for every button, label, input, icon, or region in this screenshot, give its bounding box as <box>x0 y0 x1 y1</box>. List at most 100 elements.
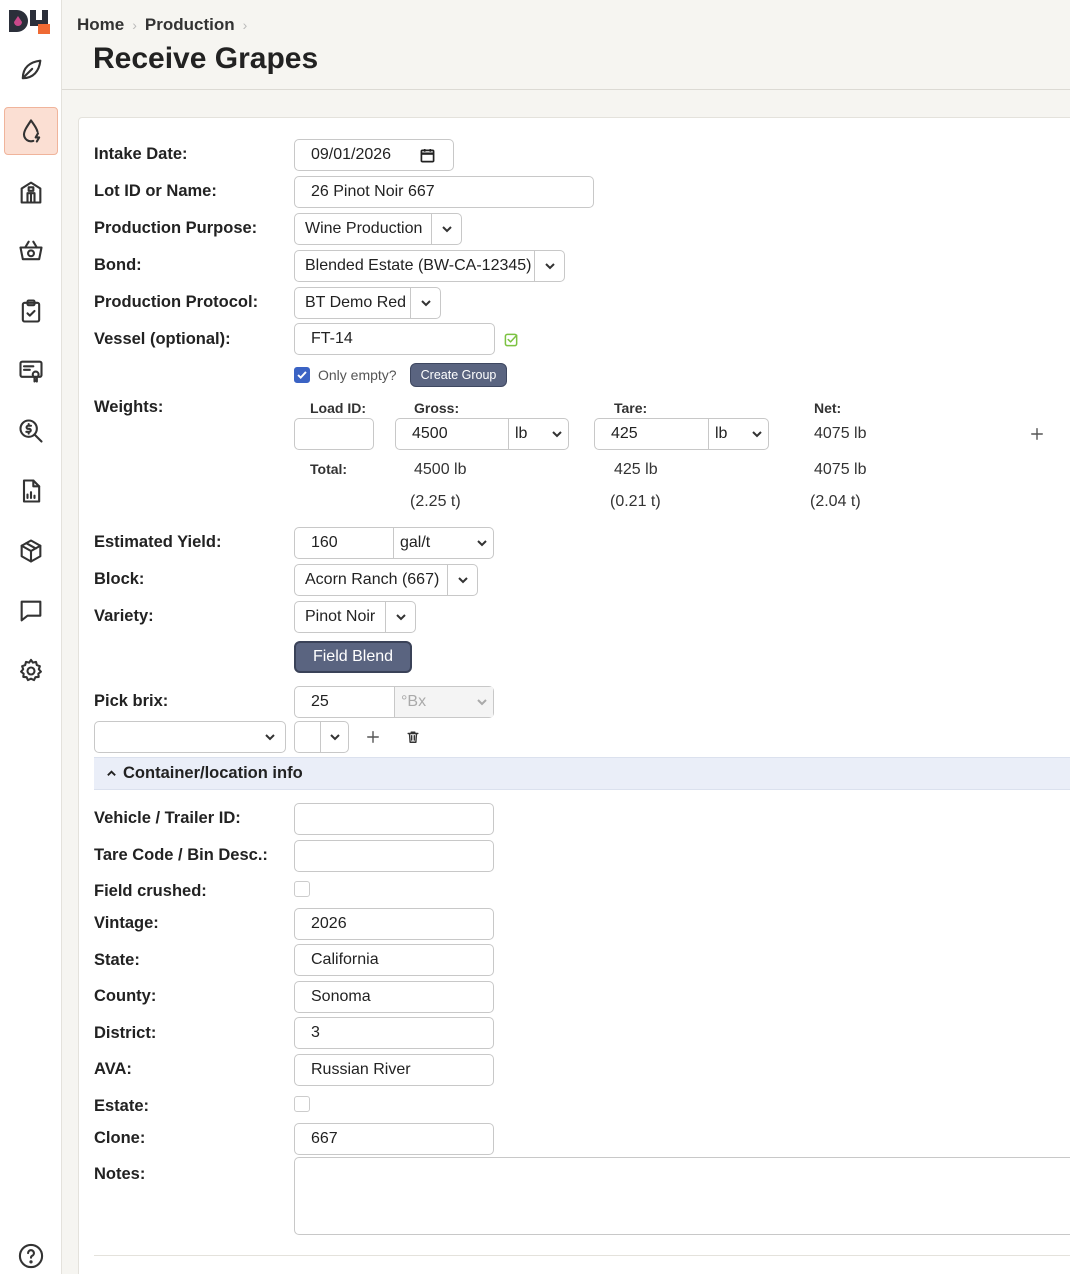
chevron-down-icon <box>255 722 285 752</box>
tare-header: Tare: <box>614 400 648 416</box>
pick-brix-value[interactable]: 25 <box>295 687 395 717</box>
vessel-value: FT-14 <box>311 330 353 347</box>
field-crushed-checkbox[interactable] <box>294 881 310 897</box>
yield-input[interactable]: 160 gal/t <box>294 527 494 559</box>
add-measurement-icon[interactable] <box>364 728 382 746</box>
total-tare: 425 lb <box>614 461 658 478</box>
total-net: 4075 lb <box>814 461 867 478</box>
net-value: 4075 lb <box>814 425 867 442</box>
yield-unit[interactable]: gal/t <box>394 534 471 552</box>
nav-search-dollar-icon[interactable] <box>4 407 58 455</box>
calendar-icon[interactable] <box>420 148 435 163</box>
field-blend-button[interactable]: Field Blend <box>294 641 412 673</box>
intake-date-value: 09/01/2026 <box>311 146 392 163</box>
block-select[interactable]: Acorn Ranch (667) <box>294 564 478 596</box>
gross-unit[interactable]: lb <box>509 425 546 443</box>
notes-textarea[interactable] <box>294 1157 1070 1235</box>
nav-gear-icon[interactable] <box>4 647 58 695</box>
only-empty-label: Only empty? <box>318 367 397 383</box>
intake-date-label: Intake Date: <box>94 145 188 163</box>
tare-unit[interactable]: lb <box>709 425 746 443</box>
gross-input[interactable]: 4500 lb <box>395 418 569 450</box>
load-id-header: Load ID: <box>310 400 366 416</box>
chevron-right-icon: › <box>132 17 137 33</box>
breadcrumb-home[interactable]: Home <box>77 15 124 35</box>
vintage-value: 2026 <box>311 915 347 932</box>
tare-input[interactable]: 425 lb <box>594 418 769 450</box>
total-net-tons: (2.04 t) <box>810 493 861 510</box>
nav-building-icon[interactable] <box>4 168 58 216</box>
check-icon <box>297 371 307 380</box>
intake-date-input[interactable]: 09/01/2026 <box>294 139 454 171</box>
purpose-value: Wine Production <box>305 220 423 237</box>
load-id-input[interactable] <box>294 418 374 450</box>
breadcrumb: Home › Production › <box>77 15 247 35</box>
county-input[interactable]: Sonoma <box>294 981 494 1013</box>
divider <box>94 1255 1070 1256</box>
bond-value: Blended Estate (BW-CA-12345) <box>305 257 532 274</box>
only-empty-checkbox[interactable] <box>294 367 310 383</box>
variety-value: Pinot Noir <box>305 608 376 625</box>
nav-leaf-icon[interactable] <box>4 46 58 94</box>
tare-code-label: Tare Code / Bin Desc.: <box>94 846 268 864</box>
ava-input[interactable]: Russian River <box>294 1054 494 1086</box>
estate-checkbox[interactable] <box>294 1096 310 1112</box>
district-input[interactable]: 3 <box>294 1017 494 1049</box>
protocol-select[interactable]: BT Demo Red <box>294 287 441 319</box>
measurement-unit-select[interactable] <box>294 721 349 753</box>
nav-drop-icon[interactable] <box>4 107 58 155</box>
nav-box-icon[interactable] <box>4 527 58 575</box>
district-label: District: <box>94 1024 157 1042</box>
state-input[interactable]: California <box>294 944 494 976</box>
chevron-down-icon <box>546 428 568 440</box>
pick-brix-unit: °Bx <box>395 687 471 717</box>
lot-label: Lot ID or Name: <box>94 182 217 200</box>
county-value: Sonoma <box>311 988 371 1005</box>
breadcrumb-production[interactable]: Production <box>145 15 235 35</box>
chevron-up-icon <box>107 770 116 776</box>
nav-basket-icon[interactable] <box>4 227 58 275</box>
bond-select[interactable]: Blended Estate (BW-CA-12345) <box>294 250 565 282</box>
chevron-down-icon <box>471 687 493 717</box>
nav-certificate-icon[interactable] <box>4 347 58 395</box>
chevron-down-icon <box>320 722 348 752</box>
gross-header: Gross: <box>414 400 460 416</box>
estate-label: Estate: <box>94 1097 150 1115</box>
sidebar <box>0 0 62 1274</box>
tare-value[interactable]: 425 <box>595 419 709 449</box>
chevron-down-icon <box>534 251 564 281</box>
gross-value[interactable]: 4500 <box>396 419 509 449</box>
nav-clipboard-check-icon[interactable] <box>4 287 58 335</box>
vehicle-input[interactable] <box>294 803 494 835</box>
add-load-icon[interactable] <box>1028 425 1046 443</box>
container-location-section-toggle[interactable]: Container/location info <box>94 757 1070 790</box>
chevron-down-icon <box>410 288 440 318</box>
variety-select[interactable]: Pinot Noir <box>294 601 416 633</box>
app-logo[interactable] <box>8 8 56 36</box>
bond-label: Bond: <box>94 256 142 274</box>
page-header: Home › Production › Receive Grapes <box>62 0 1070 90</box>
nav-report-icon[interactable] <box>4 467 58 515</box>
purpose-select[interactable]: Wine Production <box>294 213 462 245</box>
tare-code-input[interactable] <box>294 840 494 872</box>
create-group-button[interactable]: Create Group <box>410 363 507 387</box>
pick-brix-input[interactable]: 25 °Bx <box>294 686 494 718</box>
vessel-input[interactable]: FT-14 <box>294 323 495 355</box>
total-tare-tons: (0.21 t) <box>610 493 661 510</box>
ava-label: AVA: <box>94 1060 132 1078</box>
vintage-input[interactable]: 2026 <box>294 908 494 940</box>
clone-input[interactable]: 667 <box>294 1123 494 1155</box>
nav-help-icon[interactable] <box>4 1232 58 1274</box>
vessel-select-icon[interactable] <box>503 331 519 347</box>
total-gross: 4500 lb <box>414 461 467 478</box>
yield-value[interactable]: 160 <box>295 528 394 558</box>
protocol-label: Production Protocol: <box>94 293 259 311</box>
chevron-down-icon <box>746 428 768 440</box>
state-label: State: <box>94 951 140 969</box>
nav-chat-icon[interactable] <box>4 587 58 635</box>
chevron-down-icon <box>431 214 461 244</box>
lot-input[interactable]: 26 Pinot Noir 667 <box>294 176 594 208</box>
measurement-type-select[interactable] <box>94 721 286 753</box>
total-gross-tons: (2.25 t) <box>410 493 461 510</box>
trash-icon[interactable] <box>404 728 422 746</box>
